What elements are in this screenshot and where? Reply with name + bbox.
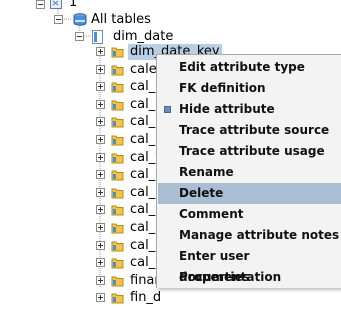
attribute-folder-icon xyxy=(111,45,125,63)
attribute-folder-icon xyxy=(111,98,125,116)
menu-item-trace-attribute-usage[interactable]: Trace attribute usage xyxy=(158,141,341,162)
menu-item-delete[interactable]: Delete xyxy=(158,183,341,204)
expand-attribute-toggle[interactable] xyxy=(96,64,105,74)
menu-item-manage-attribute-notes[interactable]: Manage attribute notes xyxy=(158,225,341,246)
expand-attribute-toggle[interactable] xyxy=(96,205,105,215)
attribute-label[interactable]: fin_d xyxy=(130,290,161,306)
menu-item-enter-user-documentation[interactable]: Enter user documentation xyxy=(158,246,341,284)
checkbox-icon[interactable] xyxy=(164,106,171,113)
attribute-folder-icon xyxy=(111,186,125,204)
context-menu: Edit attribute type FK definition Hide att… xyxy=(156,54,341,288)
expand-attribute-toggle[interactable] xyxy=(96,117,105,127)
menu-item-label: Hide attribute xyxy=(179,102,275,116)
menu-item-fk-definition[interactable]: FK definition xyxy=(158,78,341,99)
attribute-folder-icon xyxy=(111,221,125,239)
menu-item-label: Rename xyxy=(179,165,234,179)
menu-item-label: Trace attribute source xyxy=(179,123,330,137)
expand-attribute-toggle[interactable] xyxy=(96,258,105,268)
attribute-folder-icon xyxy=(111,63,125,81)
table-icon xyxy=(92,29,106,49)
collapse-dim-date-toggle[interactable] xyxy=(75,32,84,41)
expand-attribute-toggle[interactable] xyxy=(96,187,105,197)
menu-item-label: FK definition xyxy=(179,81,266,95)
menu-item-trace-attribute-source[interactable]: Trace attribute source xyxy=(158,120,341,141)
expand-attribute-toggle[interactable] xyxy=(96,275,105,285)
expand-attribute-toggle[interactable] xyxy=(96,47,105,56)
attribute-folder-icon xyxy=(111,256,125,274)
expand-attribute-toggle[interactable] xyxy=(96,99,105,109)
expand-attribute-toggle[interactable] xyxy=(96,82,105,92)
attribute-folder-icon xyxy=(111,203,125,221)
expand-attribute-toggle[interactable] xyxy=(96,135,105,144)
attribute-folder-icon xyxy=(111,80,125,98)
database-icon xyxy=(72,12,88,32)
attribute-folder-icon xyxy=(111,239,125,257)
attribute-folder-icon xyxy=(111,274,125,292)
menu-item-comment[interactable]: Comment xyxy=(158,204,341,225)
root-node-label[interactable]: 1 xyxy=(69,0,77,11)
attribute-folder-icon xyxy=(111,133,125,151)
menu-item-label: Edit attribute type xyxy=(179,60,305,74)
attribute-folder-icon xyxy=(111,151,125,169)
collapse-all-tables-toggle[interactable] xyxy=(54,15,63,24)
expand-attribute-toggle[interactable] xyxy=(96,170,105,180)
all-tables-label[interactable]: All tables xyxy=(91,12,151,28)
menu-item-label: Manage attribute notes xyxy=(179,228,340,242)
expand-attribute-toggle[interactable] xyxy=(96,293,105,303)
menu-item-label: Trace attribute usage xyxy=(179,144,325,158)
menu-item-properties[interactable]: Properties xyxy=(158,267,341,288)
menu-item-label: Comment xyxy=(179,207,244,221)
collapse-root-toggle[interactable] xyxy=(36,0,45,9)
table-dim-date-label[interactable]: dim_date xyxy=(113,29,173,45)
attribute-folder-icon xyxy=(111,168,125,186)
menu-item-label: Properties xyxy=(179,270,250,284)
attribute-folder-icon xyxy=(111,115,125,133)
expand-attribute-toggle[interactable] xyxy=(96,223,105,232)
expand-attribute-toggle[interactable] xyxy=(96,240,105,250)
menu-item-edit-attribute-type[interactable]: Edit attribute type xyxy=(158,57,341,78)
attribute-folder-icon xyxy=(111,291,125,309)
project-icon xyxy=(50,0,63,14)
expand-attribute-toggle[interactable] xyxy=(96,152,105,162)
menu-item-hide-attribute[interactable]: Hide attribute xyxy=(158,99,341,120)
menu-item-rename[interactable]: Rename xyxy=(158,162,341,183)
menu-item-label: Delete xyxy=(179,186,224,200)
